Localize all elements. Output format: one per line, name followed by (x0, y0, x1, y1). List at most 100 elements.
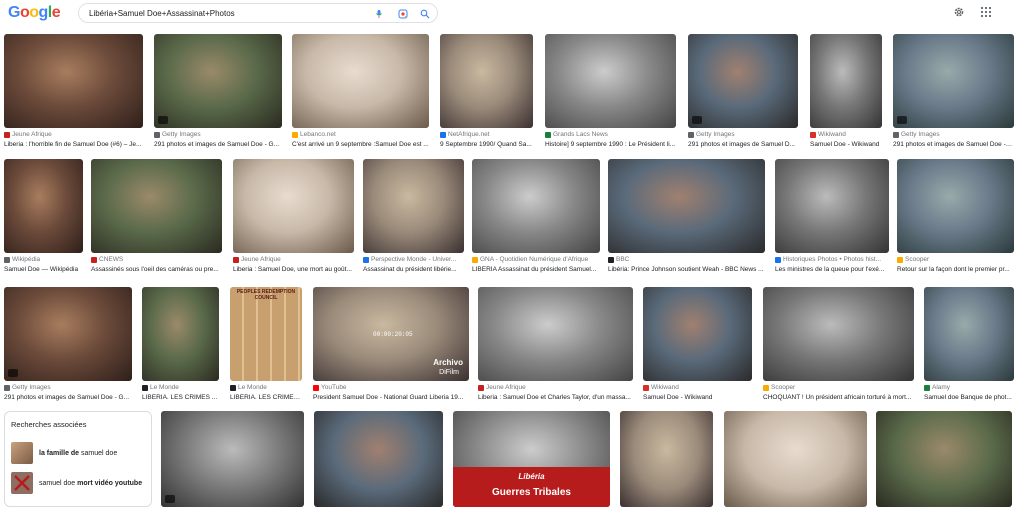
result-thumbnail[interactable] (314, 411, 443, 507)
image-result-card[interactable]: BBC Libéria: Prince Johnson soutient Weah… (608, 159, 765, 279)
search-box[interactable] (78, 3, 438, 23)
result-thumbnail[interactable] (161, 411, 304, 507)
result-source[interactable]: Grands Lacs News (545, 131, 676, 138)
image-result-card[interactable]: Getty Images 291 photos et images de Samu… (154, 34, 282, 154)
result-thumbnail[interactable] (472, 159, 600, 253)
search-icon[interactable] (419, 8, 431, 20)
result-source[interactable]: Scooper (763, 384, 914, 391)
result-source[interactable]: Getty Images (893, 131, 1014, 138)
result-thumbnail[interactable] (876, 411, 1012, 507)
image-result-card[interactable]: NetAfrique.net 9 Septembre 1990/ Quand Sa… (440, 34, 533, 154)
image-result-card[interactable]: Alamy Samuel doe Banque de phot... (924, 287, 1014, 407)
image-result-card[interactable]: Jeune Afrique Liberia : Samuel Doe, une m… (233, 159, 354, 279)
result-source[interactable]: Jeune Afrique (233, 256, 354, 263)
result-title[interactable]: 291 photos et images de Samuel Doe - G..… (893, 141, 1014, 148)
image-result-card[interactable]: Archivo DiFilm 00:00:20:05 YouTube President… (313, 287, 469, 407)
image-result-card[interactable]: CNEWS Assassinés sous l'oeil des caméras … (91, 159, 222, 279)
result-thumbnail[interactable] (142, 287, 219, 381)
result-thumbnail[interactable] (545, 34, 676, 128)
result-thumbnail[interactable] (643, 287, 752, 381)
result-title[interactable]: Libéria: Prince Johnson soutient Weah - … (608, 266, 765, 273)
image-result-card[interactable]: Scooper Retour sur la façon dont le premi… (897, 159, 1014, 279)
result-source[interactable]: NetAfrique.net (440, 131, 533, 138)
image-result-card[interactable]: PEOPLES REDEMPTION COUNCIL Le Monde LIBERI… (230, 287, 302, 407)
image-result-card[interactable]: Scooper CHOQUANT ! Un président africain … (763, 287, 914, 407)
result-title[interactable]: Samuel doe Banque de phot... (924, 394, 1014, 401)
image-result-card[interactable]: Wikiwand Samuel Doe - Wikiwand (810, 34, 882, 154)
mic-icon[interactable] (373, 8, 385, 20)
image-result-card[interactable]: Le Monde LIBERIA. LES CRIMES ... (142, 287, 219, 407)
result-thumbnail[interactable] (154, 34, 282, 128)
result-thumbnail[interactable] (893, 34, 1014, 128)
result-thumbnail[interactable] (763, 287, 914, 381)
result-thumbnail[interactable] (620, 411, 713, 507)
image-result-card[interactable]: Grands Lacs News Histoire] 9 septembre 19… (545, 34, 676, 154)
result-title[interactable]: 291 photos et images de Samuel D... (688, 141, 798, 148)
lens-icon[interactable] (397, 8, 409, 20)
result-title[interactable]: 9 Septembre 1990/ Quand Sa... (440, 141, 533, 148)
result-title[interactable]: Histoire] 9 septembre 1990 : Le Présiden… (545, 141, 676, 148)
gear-icon[interactable] (953, 5, 965, 17)
result-thumbnail[interactable] (810, 34, 882, 128)
result-source[interactable]: Wikiwand (810, 131, 882, 138)
result-source[interactable]: BBC (608, 256, 765, 263)
related-search-item[interactable]: la famille de samuel doe (11, 442, 151, 464)
result-thumbnail[interactable] (440, 34, 533, 128)
related-search-item[interactable]: samuel doe mort vidéo youtube (11, 472, 151, 494)
image-result-card[interactable]: Lebanco.net C'est arrivé un 9 septembre :… (292, 34, 429, 154)
result-source[interactable]: Wikiwand (643, 384, 752, 391)
image-result-card[interactable]: Getty Images 291 photos et images de Samu… (893, 34, 1014, 154)
image-result-card[interactable]: Wikipédia Samuel Doe — Wikipédia (4, 159, 83, 279)
result-source[interactable]: Getty Images (154, 131, 282, 138)
result-title[interactable]: CHOQUANT ! Un président africain torturé… (763, 394, 914, 401)
result-title[interactable]: Retour sur la façon dont le premier pr..… (897, 266, 1014, 273)
result-title[interactable]: Assassinés sous l'oeil des caméras ou pr… (91, 266, 222, 273)
result-title[interactable]: 291 photos et images de Samuel Doe - G..… (154, 141, 282, 148)
google-logo[interactable]: Google (8, 4, 61, 22)
result-source[interactable]: Jeune Afrique (478, 384, 633, 391)
result-thumbnail[interactable] (924, 287, 1014, 381)
result-thumbnail[interactable]: Archivo DiFilm 00:00:20:05 (313, 287, 469, 381)
result-source[interactable]: Alamy (924, 384, 1014, 391)
result-source[interactable]: Le Monde (142, 384, 219, 391)
search-input[interactable] (89, 8, 359, 18)
result-thumbnail[interactable] (897, 159, 1014, 253)
result-title[interactable]: LIBERIA. LES CRIMES ... (230, 394, 302, 401)
result-source[interactable]: Getty Images (688, 131, 798, 138)
result-thumbnail[interactable] (4, 287, 132, 381)
image-result-card[interactable]: Wikiwand Samuel Doe - Wikiwand (643, 287, 752, 407)
result-title[interactable]: Liberia : Samuel Doe, une mort au goût..… (233, 266, 354, 273)
image-result-card[interactable]: GNA - Quotidien Numérique d'Afrique LIBER… (472, 159, 600, 279)
result-thumbnail[interactable] (363, 159, 464, 253)
image-result-card[interactable]: Getty Images 291 photos et images de Samu… (688, 34, 798, 154)
result-thumbnail[interactable] (292, 34, 429, 128)
result-thumbnail[interactable] (688, 34, 798, 128)
result-source[interactable]: Scooper (897, 256, 1014, 263)
result-thumbnail[interactable] (4, 159, 83, 253)
result-title[interactable]: Samuel Doe - Wikiwand (643, 394, 752, 401)
image-result-card[interactable]: Getty Images 291 photos et images de Samu… (4, 287, 132, 407)
result-title[interactable]: 291 photos et images de Samuel Doe - G..… (4, 394, 132, 401)
result-thumbnail[interactable] (478, 287, 633, 381)
result-source[interactable]: Perspective Monde - Univer... (363, 256, 464, 263)
result-title[interactable]: Liberia : Samuel Doe et Charles Taylor, … (478, 394, 633, 401)
result-thumbnail[interactable]: PEOPLES REDEMPTION COUNCIL (230, 287, 302, 381)
result-source[interactable]: Le Monde (230, 384, 302, 391)
result-title[interactable]: President Samuel Doe - National Guard Li… (313, 394, 469, 401)
result-title[interactable]: Samuel Doe — Wikipédia (4, 266, 83, 273)
result-source[interactable]: Wikipédia (4, 256, 83, 263)
result-source[interactable]: Getty Images (4, 384, 132, 391)
result-thumbnail[interactable] (4, 34, 143, 128)
result-title[interactable]: C'est arrivé un 9 septembre :Samuel Doe … (292, 141, 429, 148)
result-source[interactable]: CNEWS (91, 256, 222, 263)
result-thumbnail[interactable] (91, 159, 222, 253)
result-source[interactable]: Lebanco.net (292, 131, 429, 138)
result-thumbnail[interactable] (608, 159, 765, 253)
image-result-card[interactable]: Jeune Afrique Liberia : Samuel Doe et Cha… (478, 287, 633, 407)
result-source[interactable]: GNA - Quotidien Numérique d'Afrique (472, 256, 600, 263)
apps-icon[interactable] (980, 5, 992, 18)
result-title[interactable]: LIBERIA. LES CRIMES ... (142, 394, 219, 401)
result-title[interactable]: Assassinat du président libérie... (363, 266, 464, 273)
result-source[interactable]: YouTube (313, 384, 469, 391)
result-title[interactable]: Samuel Doe - Wikiwand (810, 141, 882, 148)
